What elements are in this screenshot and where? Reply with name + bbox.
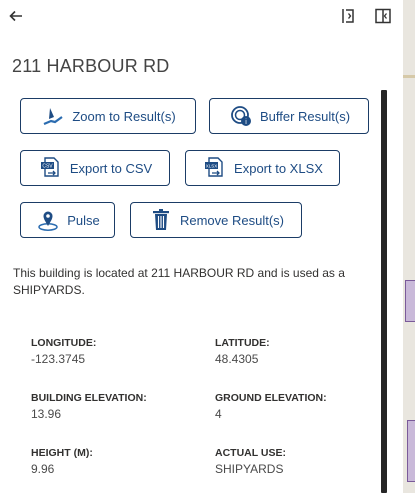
attribute-label: BUILDING ELEVATION: bbox=[31, 392, 147, 404]
zoom-to-results-label: Zoom to Result(s) bbox=[72, 108, 176, 124]
pulse-pin-icon bbox=[35, 207, 61, 233]
building-description: This building is located at 211 HARBOUR … bbox=[13, 266, 345, 297]
map-parcel bbox=[407, 420, 415, 482]
attribute-value: SHIPYARDS bbox=[215, 462, 284, 476]
export-xlsx-button[interactable]: XLSX Export to XLSX bbox=[185, 150, 340, 186]
attribute-value: 13.96 bbox=[31, 407, 62, 421]
attribute-height: HEIGHT (M): 9.96 bbox=[31, 446, 93, 476]
export-csv-button[interactable]: CSV Export to CSV bbox=[20, 150, 170, 186]
attribute-value: -123.3745 bbox=[31, 352, 86, 366]
buffer-icon: i bbox=[228, 103, 254, 129]
arrow-left-icon bbox=[8, 8, 24, 29]
map-road bbox=[403, 75, 415, 78]
dock-panel-icon bbox=[339, 7, 357, 30]
pulse-button[interactable]: Pulse bbox=[20, 202, 115, 238]
results-panel: 211 HARBOUR RD Zoom to Result(s) i Buffe… bbox=[0, 0, 403, 493]
zoom-icon bbox=[40, 103, 66, 129]
xlsx-export-icon: XLSX bbox=[202, 155, 228, 181]
attribute-value: 4 bbox=[215, 407, 222, 421]
back-button[interactable] bbox=[4, 6, 28, 30]
attribute-latitude: LATITUDE: 48.4305 bbox=[215, 336, 270, 366]
attribute-label: HEIGHT (M): bbox=[31, 447, 93, 459]
attribute-label: GROUND ELEVATION: bbox=[215, 392, 327, 404]
attribute-value: 9.96 bbox=[31, 462, 55, 476]
map-parcel bbox=[405, 280, 415, 322]
export-csv-label: Export to CSV bbox=[69, 160, 153, 176]
pulse-label: Pulse bbox=[67, 212, 100, 228]
split-view-icon bbox=[374, 7, 392, 30]
buffer-results-button[interactable]: i Buffer Result(s) bbox=[209, 98, 369, 134]
attribute-label: LONGITUDE: bbox=[31, 337, 97, 349]
page-title: 211 HARBOUR RD bbox=[12, 56, 170, 76]
dock-button[interactable] bbox=[336, 6, 360, 30]
attribute-ground-elevation: GROUND ELEVATION: 4 bbox=[215, 391, 327, 421]
attribute-label: ACTUAL USE: bbox=[215, 447, 286, 459]
attribute-longitude: LONGITUDE: -123.3745 bbox=[31, 336, 96, 366]
export-xlsx-label: Export to XLSX bbox=[234, 160, 323, 176]
svg-text:CSV: CSV bbox=[42, 164, 53, 170]
csv-export-icon: CSV bbox=[38, 155, 64, 181]
svg-text:XLSX: XLSX bbox=[206, 164, 218, 169]
buffer-results-label: Buffer Result(s) bbox=[259, 108, 351, 124]
attribute-label: LATITUDE: bbox=[215, 337, 270, 349]
attribute-building-elevation: BUILDING ELEVATION: 13.96 bbox=[31, 391, 147, 421]
zoom-to-results-button[interactable]: Zoom to Result(s) bbox=[20, 98, 196, 134]
map-view[interactable] bbox=[403, 0, 415, 493]
trash-icon bbox=[148, 207, 174, 233]
remove-results-label: Remove Result(s) bbox=[179, 212, 285, 228]
attribute-value: 48.4305 bbox=[215, 352, 259, 366]
panel-header bbox=[0, 0, 403, 36]
split-view-button[interactable] bbox=[371, 6, 395, 30]
attribute-actual-use: ACTUAL USE: SHIPYARDS bbox=[215, 446, 286, 476]
remove-results-button[interactable]: Remove Result(s) bbox=[130, 202, 302, 238]
